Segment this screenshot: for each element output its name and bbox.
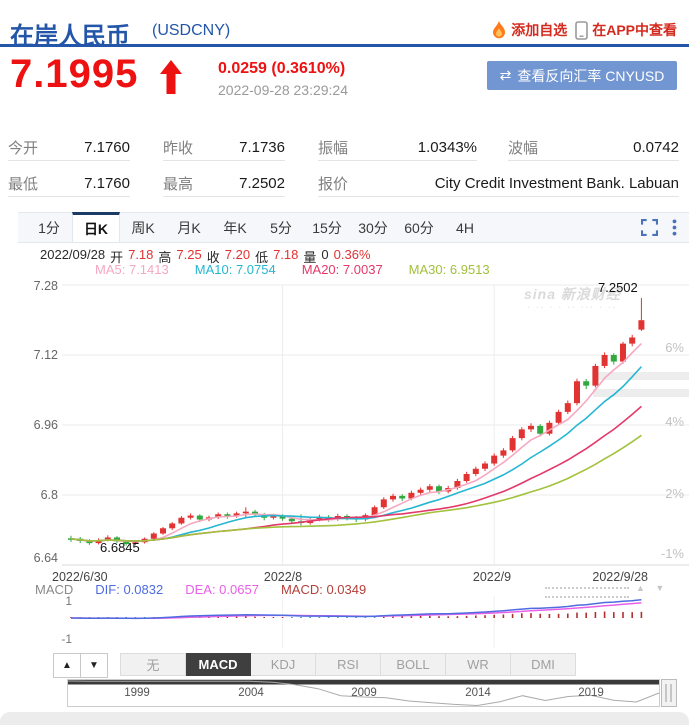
tab-monthly-k[interactable]: 月K [166, 213, 212, 242]
price-change: 0.0259 (0.3610%) [218, 60, 345, 78]
add-watchlist-button[interactable]: 添加自选 [491, 20, 567, 40]
high-annotation: 7.2502 [598, 280, 638, 295]
open-in-app-label: 在APP中查看 [592, 20, 677, 40]
stat-amplitude: 振幅1.0343% [318, 134, 477, 161]
stat-prev-close: 昨收7.1736 [163, 134, 285, 161]
up-triangle-icon: ▲ [62, 660, 72, 671]
header-divider [0, 44, 689, 47]
indicator-tab-macd[interactable]: MACD [186, 653, 251, 676]
main-candle-chart[interactable] [0, 278, 689, 578]
stat-range: 波幅0.0742 [508, 134, 679, 161]
reverse-rate-button[interactable]: ⇄ 查看反向汇率 CNYUSD [487, 61, 677, 90]
period-tab-bar: 1分 日K 周K 月K 年K 5分 15分 30分 60分 4H [18, 212, 689, 243]
indicator-up-button[interactable]: ▲ [53, 653, 81, 678]
usdcny-quote-page: 在岸人民币 (USDCNY) 添加自选 在APP中查看 7.1995 0.025… [0, 0, 689, 725]
stat-today-open: 今开7.1760 [8, 134, 130, 161]
indicator-tab-none[interactable]: 无 [120, 653, 186, 676]
add-watchlist-label: 添加自选 [511, 20, 567, 40]
stat-low: 最低7.1760 [8, 170, 130, 197]
price-up-arrow-icon [160, 60, 182, 94]
more-options-icon[interactable] [672, 219, 677, 236]
y-tick: 6.64 [8, 551, 58, 565]
macd-chart[interactable] [0, 596, 689, 648]
indicator-tab-wr[interactable]: WR [446, 653, 511, 676]
indicator-tab-rsi[interactable]: RSI [316, 653, 381, 676]
pct-tick: 6% [644, 340, 684, 355]
fullscreen-icon[interactable] [641, 219, 658, 236]
phone-icon [575, 21, 588, 40]
reverse-rate-label: 查看反向汇率 CNYUSD [517, 66, 664, 86]
tab-15min[interactable]: 15分 [304, 213, 350, 242]
flame-icon [491, 21, 507, 39]
pct-tick: 2% [644, 486, 684, 501]
tab-60min[interactable]: 60分 [396, 213, 442, 242]
current-price: 7.1995 [10, 52, 138, 97]
nav-year: 2009 [349, 687, 379, 699]
indicator-tab-bar: 无 MACD KDJ RSI BOLL WR DMI [120, 653, 576, 676]
quote-timestamp: 2022-09-28 23:29:24 [218, 82, 348, 98]
indicator-tab-dmi[interactable]: DMI [511, 653, 576, 676]
y-tick: 6.96 [8, 418, 58, 432]
tab-5min[interactable]: 5分 [258, 213, 304, 242]
tab-30min[interactable]: 30分 [350, 213, 396, 242]
y-tick: 6.8 [8, 488, 58, 502]
tab-yearly-k[interactable]: 年K [212, 213, 258, 242]
nav-year: 2004 [236, 687, 266, 699]
down-triangle-icon: ▼ [89, 660, 99, 671]
pct-tick: 4% [644, 414, 684, 429]
stat-high: 最高7.2502 [163, 170, 285, 197]
nav-year: 2019 [576, 687, 606, 699]
indicator-down-button[interactable]: ▼ [80, 653, 108, 678]
low-annotation: 6.6845 [100, 540, 140, 555]
x-tick: 2022/9 [462, 570, 522, 584]
macd-collapse-arrows[interactable]: ▲ ▼ [636, 583, 668, 593]
y-tick: 7.12 [8, 348, 58, 362]
nav-year: 1999 [122, 687, 152, 699]
tab-1min[interactable]: 1分 [26, 213, 72, 242]
pct-tick: -1% [644, 546, 684, 561]
x-tick: 2022/9/28 [582, 570, 648, 584]
tab-daily-k[interactable]: 日K [72, 212, 120, 242]
footer-bar [0, 712, 689, 725]
indicator-tab-boll[interactable]: BOLL [381, 653, 446, 676]
macd-legend: MACD DIF: 0.0832 DEA: 0.0657 MACD: 0.034… [35, 582, 366, 597]
ma-legend: MA5: 7.1413 MA10: 7.0754 MA20: 7.0037 MA… [95, 262, 490, 277]
tab-4h[interactable]: 4H [442, 213, 488, 242]
open-in-app-button[interactable]: 在APP中查看 [575, 20, 677, 40]
stat-quote-source: 报价City Credit Investment Bank. Labuan [318, 170, 679, 197]
swap-icon: ⇄ [500, 67, 512, 84]
y-tick: 7.28 [8, 279, 58, 293]
indicator-tab-kdj[interactable]: KDJ [251, 653, 316, 676]
symbol-label: (USDCNY) [152, 22, 230, 40]
tab-weekly-k[interactable]: 周K [120, 213, 166, 242]
nav-year: 2014 [463, 687, 493, 699]
